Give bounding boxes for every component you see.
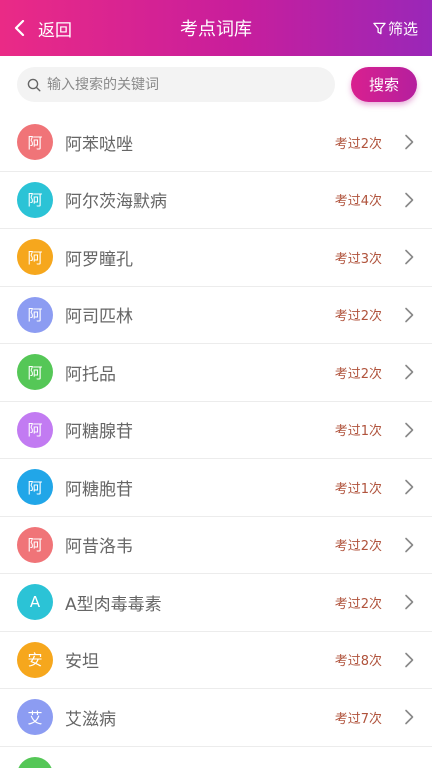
chevron-left-icon: [14, 20, 25, 36]
list-item[interactable]: 阿 阿托品 考过2次: [0, 344, 432, 402]
exam-count: 考过7次: [334, 711, 382, 727]
list-item[interactable]: 安 安坦 考过8次: [0, 632, 432, 689]
list-item[interactable]: A A型肉毒毒素 考过2次: [0, 574, 432, 632]
app-header: 返回 考点词库 筛选: [0, 0, 432, 56]
term-name: 艾滋病: [65, 709, 116, 730]
exam-count: 考过1次: [334, 424, 382, 440]
term-name: 阿罗瞳孔: [65, 249, 133, 270]
back-label: 返回: [38, 20, 72, 41]
chevron-right-icon: [405, 249, 414, 265]
list-item[interactable]: 阿 阿糖胞苷 考过1次: [0, 459, 432, 517]
list-item[interactable]: 阿 阿糖腺苷 考过1次: [0, 402, 432, 459]
chevron-right-icon: [405, 307, 414, 323]
avatar: 阿: [17, 124, 53, 161]
exam-count: 考过4次: [334, 194, 382, 210]
exam-count: 考过3次: [334, 251, 382, 267]
chevron-right-icon: [405, 134, 414, 150]
term-name: 阿司匹林: [65, 307, 133, 328]
exam-count: 考过2次: [334, 309, 382, 325]
chevron-right-icon: [405, 479, 414, 495]
filter-label: 筛选: [387, 19, 418, 38]
list-item[interactable]: 阿 阿司匹林 考过2次: [0, 287, 432, 344]
exam-count: 考过2次: [334, 366, 382, 382]
search-bar: 搜索: [0, 56, 432, 114]
term-name: 阿尔茨海默病: [65, 192, 167, 213]
avatar: [17, 756, 53, 768]
avatar: 艾: [17, 699, 53, 736]
term-name: 阿托品: [65, 364, 116, 385]
search-input[interactable]: [47, 69, 327, 100]
avatar: 阿: [17, 411, 53, 448]
filter-button[interactable]: 筛选: [373, 0, 418, 56]
avatar: 阿: [17, 526, 53, 563]
list-item[interactable]: [0, 747, 432, 768]
exam-count: 考过2次: [334, 596, 382, 612]
exam-count: 考过8次: [334, 654, 382, 670]
avatar: 安: [17, 641, 53, 678]
chevron-right-icon: [405, 422, 414, 438]
back-button[interactable]: 返回: [12, 0, 72, 56]
avatar: A: [17, 584, 53, 621]
avatar: 阿: [17, 469, 53, 506]
chevron-right-icon: [405, 537, 414, 553]
list-item[interactable]: 阿 阿昔洛韦 考过2次: [0, 517, 432, 574]
search-icon: [27, 78, 41, 91]
term-name: 阿昔洛韦: [65, 537, 133, 558]
list-item[interactable]: 阿 阿罗瞳孔 考过3次: [0, 229, 432, 287]
avatar: 阿: [17, 181, 53, 218]
filter-icon: [373, 22, 386, 34]
term-name: A型肉毒毒素: [65, 594, 162, 615]
avatar: 阿: [17, 239, 53, 276]
exam-count: 考过1次: [334, 481, 382, 497]
list-item[interactable]: 阿 阿尔茨海默病 考过4次: [0, 172, 432, 229]
term-name: 安坦: [65, 652, 99, 673]
term-name: 阿苯哒唑: [65, 134, 133, 155]
list-item[interactable]: 阿 阿苯哒唑 考过2次: [0, 114, 432, 172]
exam-count: 考过2次: [334, 539, 382, 555]
chevron-right-icon: [405, 364, 414, 380]
chevron-right-icon: [405, 192, 414, 208]
avatar: 阿: [17, 296, 53, 333]
exam-count: 考过2次: [334, 136, 382, 152]
search-button[interactable]: 搜索: [351, 67, 417, 102]
term-name: 阿糖胞苷: [65, 479, 133, 500]
term-list: 阿 阿苯哒唑 考过2次 阿 阿尔茨海默病 考过4次 阿 阿罗瞳孔 考过3次 阿 …: [0, 114, 432, 768]
term-name: 阿糖腺苷: [65, 422, 133, 443]
chevron-right-icon: [405, 594, 414, 610]
avatar: 阿: [17, 354, 53, 391]
search-box[interactable]: [17, 67, 335, 102]
chevron-right-icon: [405, 652, 414, 668]
chevron-right-icon: [405, 709, 414, 725]
list-item[interactable]: 艾 艾滋病 考过7次: [0, 689, 432, 747]
